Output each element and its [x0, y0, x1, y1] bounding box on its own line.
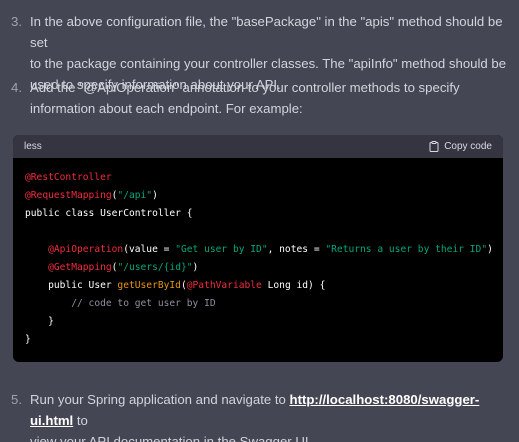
text-line: information about each endpoint. For exa…: [30, 101, 303, 116]
list-number: 3.: [11, 14, 22, 29]
code-line: }: [25, 316, 54, 327]
code-line: public User getUserById(@PathVariable Lo…: [48, 280, 326, 291]
code-line: @RequestMapping("/api"): [25, 190, 158, 201]
chat-message: 3. In the above configuration file, the …: [0, 0, 519, 442]
list-item-text: Run your Spring application and navigate…: [30, 389, 508, 442]
text-line: Add the "@ApiOperation" annotation to yo…: [30, 80, 460, 95]
copy-code-label: Copy code: [444, 141, 492, 152]
code-line: @ApiOperation(value = "Get user by ID", …: [48, 244, 493, 255]
text-line: view your API documentation in the Swagg…: [30, 434, 313, 442]
code-line: @GetMapping("/users/{id}"): [48, 262, 199, 273]
code-header: less Copy code: [13, 135, 503, 158]
code-line: // code to get user by ID: [71, 298, 216, 309]
text-line: to the package containing your controlle…: [30, 56, 507, 71]
code-content: @RestController @RequestMapping("/api") pu…: [13, 158, 503, 349]
clipboard-icon: [429, 141, 439, 152]
code-language-label: less: [24, 141, 42, 152]
code-line: public class UserController {: [25, 208, 193, 219]
list-number: 4.: [11, 80, 22, 95]
code-block: less Copy code @RestController @RequestMa…: [13, 135, 503, 362]
list-number: 5.: [11, 392, 22, 407]
code-line: }: [25, 334, 31, 345]
copy-code-button[interactable]: Copy code: [429, 141, 492, 152]
text-line: Run your Spring application and navigate…: [30, 392, 480, 428]
code-line: @RestController: [25, 172, 112, 183]
list-item-text: Add the "@ApiOperation" annotation to yo…: [30, 77, 508, 119]
text-line: In the above configuration file, the "ba…: [30, 14, 503, 50]
